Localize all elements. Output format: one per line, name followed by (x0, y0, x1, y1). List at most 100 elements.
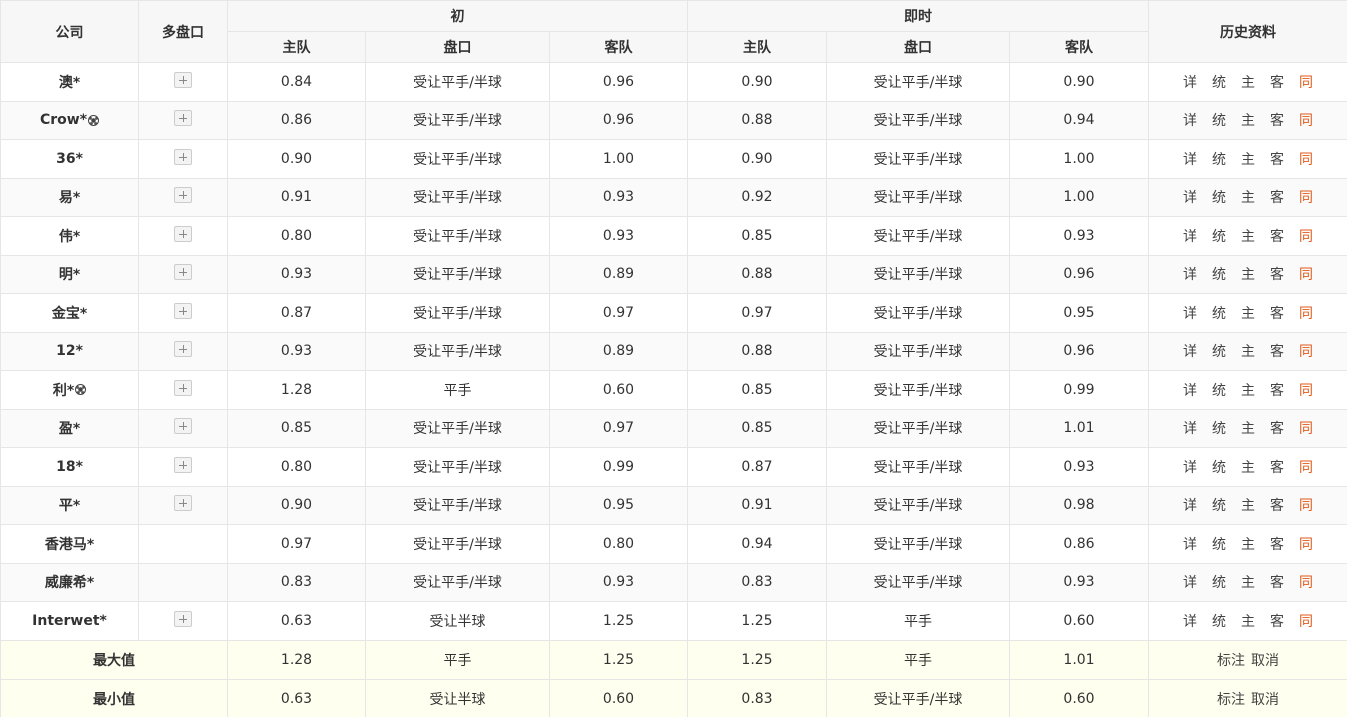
table-row: 易* 0.91 受让平手/半球 0.93 0.92 受让平手/半球 1.00 详统主客同 (0, 177, 1347, 217)
history-stats-link[interactable]: 统 (1212, 226, 1226, 246)
history-same-link[interactable]: 同 (1299, 303, 1313, 323)
history-same-link[interactable]: 同 (1299, 187, 1313, 207)
history-stats-link[interactable]: 统 (1212, 303, 1226, 323)
history-away-link[interactable]: 客 (1270, 149, 1284, 169)
mark-link[interactable]: 标注 (1217, 689, 1245, 709)
history-away-link[interactable]: 客 (1270, 611, 1284, 631)
history-away-link[interactable]: 客 (1270, 72, 1284, 92)
history-same-link[interactable]: 同 (1299, 72, 1313, 92)
history-home-link[interactable]: 主 (1241, 380, 1255, 400)
history-same-link[interactable]: 同 (1299, 226, 1313, 246)
expand-plus-icon[interactable] (174, 148, 192, 165)
expand-plus-icon[interactable] (174, 264, 192, 281)
expand-plus-icon[interactable] (174, 225, 192, 242)
history-stats-link[interactable]: 统 (1212, 611, 1226, 631)
history-detail-link[interactable]: 详 (1183, 264, 1197, 284)
history-stats-link[interactable]: 统 (1212, 380, 1226, 400)
expand-plus-icon[interactable] (174, 456, 192, 473)
history-detail-link[interactable]: 详 (1183, 72, 1197, 92)
history-home-link[interactable]: 主 (1241, 110, 1255, 130)
history-away-link[interactable]: 客 (1270, 303, 1284, 323)
history-home-link[interactable]: 主 (1241, 187, 1255, 207)
expand-plus-icon[interactable] (174, 379, 192, 396)
history-stats-link[interactable]: 统 (1212, 72, 1226, 92)
expand-plus-icon[interactable] (174, 187, 192, 204)
live-away-cell: 0.96 (1008, 254, 1150, 294)
history-detail-link[interactable]: 详 (1183, 110, 1197, 130)
history-stats-link[interactable]: 统 (1212, 110, 1226, 130)
history-away-link[interactable]: 客 (1270, 534, 1284, 554)
history-away-link[interactable]: 客 (1270, 572, 1284, 592)
history-home-link[interactable]: 主 (1241, 457, 1255, 477)
history-detail-link[interactable]: 详 (1183, 341, 1197, 361)
history-away-link[interactable]: 客 (1270, 341, 1284, 361)
expand-plus-icon[interactable] (174, 110, 192, 127)
history-away-link[interactable]: 客 (1270, 457, 1284, 477)
history-detail-link[interactable]: 详 (1183, 418, 1197, 438)
history-detail-link[interactable]: 详 (1183, 187, 1197, 207)
expand-plus-icon[interactable] (174, 302, 192, 319)
history-home-link[interactable]: 主 (1241, 264, 1255, 284)
history-same-link[interactable]: 同 (1299, 380, 1313, 400)
history-detail-link[interactable]: 详 (1183, 303, 1197, 323)
history-detail-link[interactable]: 详 (1183, 380, 1197, 400)
cancel-link[interactable]: 取消 (1251, 650, 1279, 670)
company-name: Crow* (39, 112, 88, 129)
history-same-link[interactable]: 同 (1299, 611, 1313, 631)
expand-plus-icon[interactable] (174, 418, 192, 435)
expand-plus-icon[interactable] (174, 71, 192, 88)
history-stats-link[interactable]: 统 (1212, 457, 1226, 477)
history-detail-link[interactable]: 详 (1183, 226, 1197, 246)
history-home-link[interactable]: 主 (1241, 572, 1255, 592)
history-home-link[interactable]: 主 (1241, 303, 1255, 323)
history-home-link[interactable]: 主 (1241, 72, 1255, 92)
history-same-link[interactable]: 同 (1299, 495, 1313, 515)
history-same-link[interactable]: 同 (1299, 572, 1313, 592)
history-detail-link[interactable]: 详 (1183, 611, 1197, 631)
expand-plus-icon[interactable] (174, 341, 192, 358)
cancel-link[interactable]: 取消 (1251, 689, 1279, 709)
history-home-link[interactable]: 主 (1241, 495, 1255, 515)
multi-cell (138, 524, 228, 564)
mark-link[interactable]: 标注 (1217, 650, 1245, 670)
init-home-cell: 0.83 (227, 562, 366, 602)
history-same-link[interactable]: 同 (1299, 457, 1313, 477)
history-away-link[interactable]: 客 (1270, 226, 1284, 246)
history-detail-link[interactable]: 详 (1183, 495, 1197, 515)
history-stats-link[interactable]: 统 (1212, 187, 1226, 207)
history-stats-link[interactable]: 统 (1212, 418, 1226, 438)
history-same-link[interactable]: 同 (1299, 149, 1313, 169)
history-stats-link[interactable]: 统 (1212, 149, 1226, 169)
history-detail-link[interactable]: 详 (1183, 534, 1197, 554)
history-home-link[interactable]: 主 (1241, 341, 1255, 361)
history-detail-link[interactable]: 详 (1183, 457, 1197, 477)
history-same-link[interactable]: 同 (1299, 341, 1313, 361)
init-hcp-cell: 受让平手/半球 (365, 62, 550, 102)
history-home-link[interactable]: 主 (1241, 418, 1255, 438)
history-away-link[interactable]: 客 (1270, 264, 1284, 284)
history-same-link[interactable]: 同 (1299, 418, 1313, 438)
history-away-link[interactable]: 客 (1270, 380, 1284, 400)
history-stats-link[interactable]: 统 (1212, 341, 1226, 361)
history-stats-link[interactable]: 统 (1212, 572, 1226, 592)
history-detail-link[interactable]: 详 (1183, 572, 1197, 592)
history-detail-link[interactable]: 详 (1183, 149, 1197, 169)
history-home-link[interactable]: 主 (1241, 611, 1255, 631)
init-away-cell: 0.93 (549, 177, 688, 217)
expand-plus-icon[interactable] (174, 610, 192, 627)
history-home-link[interactable]: 主 (1241, 149, 1255, 169)
history-same-link[interactable]: 同 (1299, 534, 1313, 554)
expand-plus-icon[interactable] (174, 495, 192, 512)
history-home-link[interactable]: 主 (1241, 226, 1255, 246)
history-same-link[interactable]: 同 (1299, 110, 1313, 130)
history-away-link[interactable]: 客 (1270, 495, 1284, 515)
history-away-link[interactable]: 客 (1270, 187, 1284, 207)
history-same-link[interactable]: 同 (1299, 264, 1313, 284)
history-home-link[interactable]: 主 (1241, 534, 1255, 554)
history-stats-link[interactable]: 统 (1212, 534, 1226, 554)
history-away-link[interactable]: 客 (1270, 418, 1284, 438)
history-stats-link[interactable]: 统 (1212, 264, 1226, 284)
history-cell: 详统主客同 (1148, 370, 1347, 410)
history-stats-link[interactable]: 统 (1212, 495, 1226, 515)
history-away-link[interactable]: 客 (1270, 110, 1284, 130)
